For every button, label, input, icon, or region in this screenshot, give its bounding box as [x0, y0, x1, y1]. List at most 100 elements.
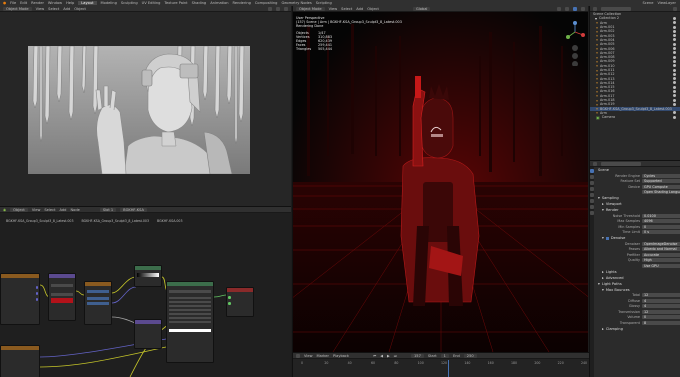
- node-material-output[interactable]: [226, 287, 254, 317]
- menu-edit[interactable]: Edit: [20, 1, 27, 5]
- viewport-area[interactable]: Object Mode View Select Add Object Globa…: [292, 6, 588, 352]
- tab-uv-editing[interactable]: UV Editing: [142, 1, 161, 5]
- visibility-eye-icon[interactable]: [673, 68, 676, 72]
- menu-select[interactable]: Select: [341, 7, 352, 11]
- visibility-eye-icon[interactable]: [673, 89, 676, 93]
- blender-logo-icon[interactable]: ●: [3, 1, 6, 5]
- tab-animation[interactable]: Animation: [210, 1, 228, 5]
- visibility-eye-icon[interactable]: [673, 47, 676, 51]
- property-field[interactable]: GPU Compute: [642, 184, 680, 189]
- property-field[interactable]: Use GPU: [642, 263, 680, 268]
- property-field[interactable]: 12: [642, 293, 680, 298]
- property-field[interactable]: 0 s: [642, 230, 680, 235]
- timeline-ruler[interactable]: 0 20 40 60 80 100 120 140 160 180 200 220 240: [293, 360, 590, 370]
- node-normal-map[interactable]: [134, 319, 162, 349]
- menu-view[interactable]: View: [36, 7, 45, 11]
- property-field[interactable]: Albedo and Normal: [642, 247, 680, 252]
- node-mapping[interactable]: [48, 273, 76, 321]
- properties-search-input[interactable]: [601, 161, 641, 166]
- property-field[interactable]: Supported: [642, 179, 680, 184]
- visibility-eye-icon[interactable]: [673, 25, 676, 29]
- tab-geometry-nodes[interactable]: Geometry Nodes: [281, 1, 311, 5]
- visibility-eye-icon[interactable]: [673, 38, 676, 42]
- tab-compositing[interactable]: Compositing: [255, 1, 278, 5]
- menu-window[interactable]: Window: [48, 1, 62, 5]
- property-field[interactable]: 0: [642, 315, 680, 320]
- menu-object[interactable]: Object: [74, 7, 86, 11]
- viewport-options-icon[interactable]: [284, 6, 288, 11]
- property-field[interactable]: High: [642, 258, 680, 263]
- tab-modeling[interactable]: Modeling: [101, 1, 117, 5]
- menu-select[interactable]: Select: [48, 7, 59, 11]
- jump-end-icon[interactable]: ⏭: [394, 354, 397, 358]
- property-field[interactable]: 8: [642, 320, 680, 325]
- node-principled-bsdf[interactable]: [166, 281, 214, 363]
- visibility-eye-icon[interactable]: [673, 72, 676, 76]
- tab-layout[interactable]: Layout: [78, 1, 97, 5]
- visibility-eye-icon[interactable]: [673, 94, 676, 98]
- property-field[interactable]: Open Shading Language: [642, 190, 680, 195]
- play-reverse-icon[interactable]: ◀: [380, 354, 383, 358]
- xray-icon[interactable]: [565, 6, 569, 11]
- visibility-eye-icon[interactable]: [673, 81, 676, 85]
- outliner-item[interactable]: ▣ Camera: [590, 115, 680, 120]
- menu-object[interactable]: Object: [367, 7, 379, 11]
- property-field[interactable]: 0: [642, 224, 680, 229]
- menu-view[interactable]: View: [329, 7, 338, 11]
- shading-options-icon[interactable]: [581, 6, 585, 11]
- visibility-eye-icon[interactable]: [673, 51, 676, 55]
- properties-editor-icon[interactable]: [593, 161, 597, 166]
- property-field[interactable]: Cycles: [642, 173, 680, 178]
- menu-add[interactable]: Add: [63, 7, 70, 11]
- tab-sculpting[interactable]: Sculpting: [121, 1, 138, 5]
- jump-start-icon[interactable]: ⏮: [373, 354, 376, 358]
- mode-dropdown[interactable]: Object Mode: [296, 6, 325, 11]
- tab-scripting[interactable]: Scripting: [316, 1, 332, 5]
- menu-marker[interactable]: Marker: [317, 354, 329, 358]
- visibility-eye-icon[interactable]: [673, 102, 676, 106]
- tab-texture-paint[interactable]: Texture Paint: [164, 1, 187, 5]
- playhead[interactable]: [448, 360, 449, 377]
- navigation-gizmo[interactable]: [563, 20, 587, 66]
- timeline-editor-icon[interactable]: [296, 353, 300, 358]
- rendered-shading-icon[interactable]: [573, 6, 577, 11]
- node-texture-coordinate[interactable]: [0, 273, 40, 325]
- menu-view[interactable]: View: [304, 354, 313, 358]
- play-icon[interactable]: ▶: [387, 354, 390, 358]
- mode-dropdown[interactable]: Object Mode: [3, 6, 32, 11]
- overlay-toggle-icon[interactable]: [268, 6, 272, 11]
- menu-file[interactable]: File: [10, 1, 16, 5]
- property-field[interactable]: 12: [642, 309, 680, 314]
- view-layer-selector[interactable]: ViewLayer: [657, 1, 676, 5]
- menu-add[interactable]: Add: [356, 7, 363, 11]
- tab-rendering[interactable]: Rendering: [233, 1, 251, 5]
- visibility-eye-icon[interactable]: [673, 98, 676, 102]
- shading-toggle-icon[interactable]: [276, 6, 280, 11]
- menu-render[interactable]: Render: [31, 1, 44, 5]
- outliner-search-input[interactable]: [601, 6, 631, 11]
- outliner-display-icon[interactable]: [593, 6, 597, 11]
- panel-clamping[interactable]: ▸ Clamping: [594, 326, 680, 332]
- current-frame-field[interactable]: 157: [411, 353, 424, 358]
- start-frame-field[interactable]: 1: [440, 353, 449, 358]
- visibility-eye-icon[interactable]: [673, 29, 676, 33]
- transform-orientation-dropdown[interactable]: Global: [412, 6, 431, 11]
- property-field[interactable]: Accurate: [642, 252, 680, 257]
- property-field[interactable]: 0.0100: [642, 213, 680, 218]
- visibility-eye-icon[interactable]: [673, 77, 676, 81]
- visibility-eye-icon[interactable]: [673, 64, 676, 68]
- scene-selector[interactable]: Scene: [642, 1, 653, 5]
- end-frame-field[interactable]: 250: [463, 353, 477, 358]
- node-bump[interactable]: [0, 345, 40, 377]
- node-color-ramp[interactable]: [134, 265, 162, 287]
- overlays-icon[interactable]: [557, 6, 561, 11]
- visibility-eye-icon[interactable]: [673, 85, 676, 89]
- property-field[interactable]: OpenImageDenoise: [642, 241, 680, 246]
- visibility-eye-icon[interactable]: [673, 59, 676, 63]
- property-field[interactable]: 4096: [642, 219, 680, 224]
- property-field[interactable]: 4: [642, 298, 680, 303]
- visibility-eye-icon[interactable]: [673, 34, 676, 38]
- visibility-eye-icon[interactable]: [673, 42, 676, 46]
- menu-help[interactable]: Help: [66, 1, 74, 5]
- tab-shading[interactable]: Shading: [192, 1, 207, 5]
